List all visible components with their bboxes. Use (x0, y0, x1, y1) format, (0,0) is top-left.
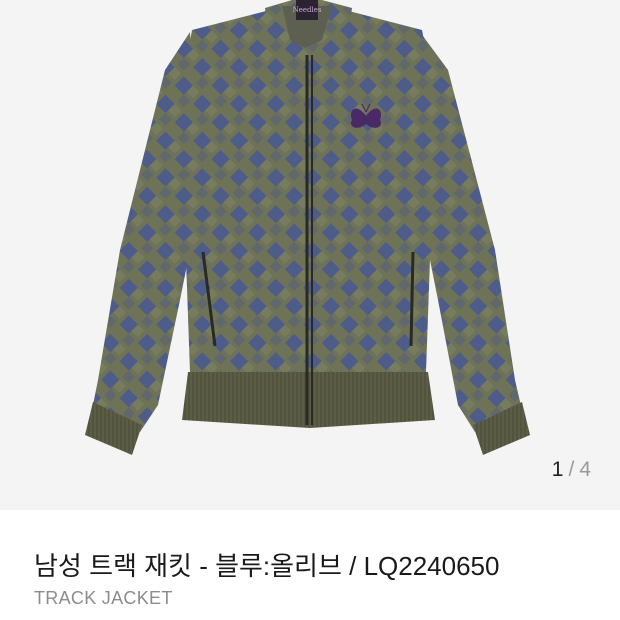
product-info: 남성 트랙 재킷 - 블루:올리브 / LQ2240650 TRACK JACK… (0, 510, 620, 620)
product-image-gallery[interactable]: Needles 1/4 (0, 0, 620, 510)
current-image-index: 1 (551, 458, 565, 481)
total-image-count: 4 (579, 458, 592, 481)
product-title: 남성 트랙 재킷 - 블루:올리브 / LQ2240650 (34, 551, 500, 581)
product-photo: Needles (85, 0, 530, 455)
svg-text:Needles: Needles (293, 6, 322, 14)
image-counter: 1/4 (552, 458, 592, 482)
product-subtitle: TRACK JACKET (34, 588, 173, 608)
counter-separator: / (568, 458, 576, 481)
